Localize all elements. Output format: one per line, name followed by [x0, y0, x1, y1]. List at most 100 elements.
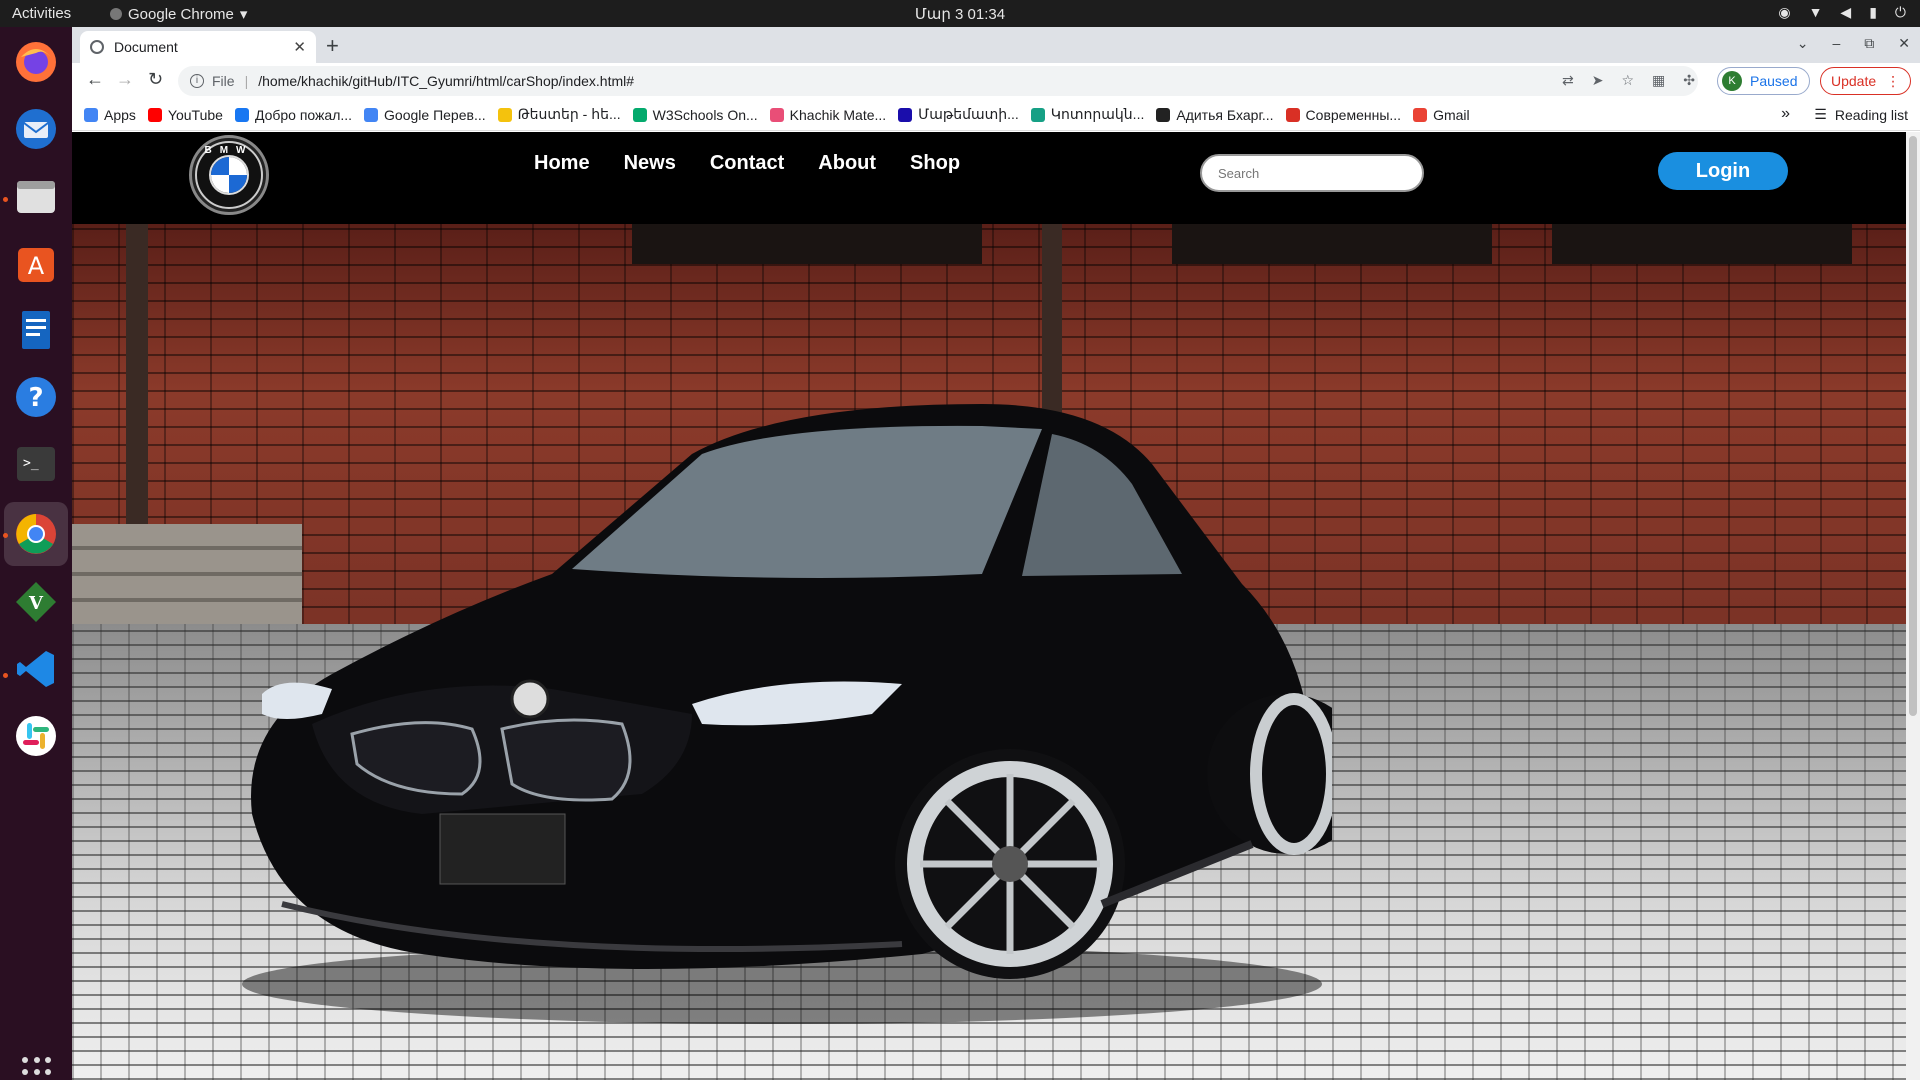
update-button[interactable]: Update ⋮ [1820, 67, 1912, 95]
window-controls: ⌄ – ⧉ ✕ [1797, 35, 1910, 52]
show-apps-icon[interactable] [22, 1057, 52, 1080]
bookmark-item[interactable]: W3Schools On... [632, 106, 758, 123]
close-window-icon[interactable]: ✕ [1898, 35, 1910, 52]
bookmark-item[interactable]: Khachik Mate... [769, 106, 887, 123]
system-top-bar: Activities Google Chrome ▾ Մար 3 01:34 ◉… [0, 0, 1920, 27]
help-launcher[interactable]: ? [11, 372, 61, 422]
help-icon: ? [16, 377, 56, 417]
vscode-icon [17, 651, 54, 687]
writer-launcher[interactable] [11, 305, 61, 355]
page-scrollbar[interactable] [1906, 132, 1920, 1080]
bookmark-label: W3Schools On... [652, 106, 758, 123]
vim-launcher[interactable]: V [11, 577, 61, 627]
address-bar[interactable]: i File | /home/khachik/gitHub/ITC_Gyumri… [178, 66, 1698, 96]
bookmark-item[interactable]: Թեստեր - հե... [497, 106, 621, 123]
new-tab-icon[interactable]: + [326, 33, 339, 59]
tab-document[interactable]: Document ✕ [80, 31, 316, 63]
tab-search-icon[interactable]: ⌄ [1797, 35, 1809, 52]
bookmark-favicon-icon [1030, 107, 1045, 122]
bookmark-item[interactable]: Адитья Бхарг... [1156, 107, 1274, 123]
scrollbar-thumb[interactable] [1909, 136, 1917, 716]
bookmark-item[interactable]: Apps [84, 107, 136, 123]
volume-icon[interactable]: ◀ [1840, 4, 1851, 21]
app-menu-label: Google Chrome [128, 5, 234, 23]
avatar: K [1722, 71, 1742, 91]
login-button[interactable]: Login [1658, 152, 1788, 190]
bookmark-item[interactable]: Կոտորակն... [1030, 106, 1144, 123]
url-separator: | [244, 73, 249, 89]
url-scheme: File [212, 73, 235, 89]
star-icon[interactable]: ☆ [1621, 72, 1634, 89]
terminal-icon: >_ [17, 447, 55, 481]
bmw-logo[interactable]: BMW [189, 135, 269, 215]
bookmark-label: Добро пожал... [254, 106, 353, 123]
svg-text:>_: >_ [23, 456, 39, 471]
clock[interactable]: Մար 3 01:34 [0, 5, 1920, 23]
battery-icon[interactable]: ▮ [1869, 4, 1877, 21]
activities-button[interactable]: Activities [12, 5, 71, 22]
nav-about[interactable]: About [818, 152, 876, 175]
terminal-launcher[interactable]: >_ [11, 439, 61, 489]
bookmark-label: Khachik Mate... [789, 106, 887, 123]
chrome-tray-icon[interactable]: ◉ [1778, 4, 1790, 21]
bmw-logo-letters: BMW [204, 145, 254, 156]
reload-icon[interactable]: ↻ [148, 69, 163, 90]
restore-icon[interactable]: ⧉ [1864, 35, 1874, 52]
translate-icon[interactable]: ⇄ [1562, 72, 1574, 89]
forward-icon[interactable]: → [116, 69, 134, 90]
firefox-launcher[interactable] [11, 37, 61, 87]
puzzle-icon[interactable]: ✣ [1683, 72, 1695, 89]
bookmark-label: Մաթեմատի... [918, 106, 1019, 122]
site-header: BMW Home News Contact About Shop Login [72, 132, 1906, 224]
url-text[interactable]: /home/khachik/gitHub/ITC_Gyumri/html/car… [258, 73, 634, 89]
bmw-roundel [209, 155, 249, 195]
search-input[interactable] [1200, 154, 1424, 192]
software-launcher[interactable]: A [11, 238, 61, 288]
bookmark-item[interactable]: Մաթեմատի... [898, 106, 1019, 123]
tab-title: Document [114, 39, 178, 55]
reading-list-button[interactable]: ☰ Reading list [1814, 106, 1908, 123]
bookmark-item[interactable]: YouTube [147, 107, 223, 123]
chrome-launcher[interactable] [4, 502, 68, 566]
send-icon[interactable]: ➤ [1592, 72, 1604, 89]
files-launcher[interactable] [11, 171, 61, 221]
slack-launcher[interactable] [11, 711, 61, 761]
bookmark-item[interactable]: Добро пожал... [234, 106, 353, 123]
running-indicator [3, 673, 8, 678]
page-viewport: BMW Home News Contact About Shop Login [72, 132, 1920, 1080]
profile-button[interactable]: K Paused [1717, 67, 1811, 95]
bookmark-item[interactable]: Gmail [1413, 107, 1470, 123]
ubuntu-software-icon: A [18, 248, 54, 282]
info-icon[interactable]: i [190, 74, 204, 88]
vscode-launcher[interactable] [11, 644, 61, 694]
svg-text:A: A [28, 252, 45, 280]
nav-contact[interactable]: Contact [710, 152, 784, 175]
minimize-icon[interactable]: – [1832, 35, 1840, 52]
tab-strip: Document ✕ + ⌄ – ⧉ ✕ [72, 27, 1920, 63]
bookmark-item[interactable]: Google Перев... [364, 107, 486, 123]
extension-sheet-icon[interactable]: ▦ [1652, 72, 1665, 89]
bookmark-favicon-icon [1285, 107, 1300, 122]
bookmark-label: Современны... [1305, 106, 1402, 123]
bookmark-label: Apps [104, 106, 136, 123]
back-icon[interactable]: ← [86, 69, 104, 90]
nav-news[interactable]: News [624, 152, 676, 175]
app-menu[interactable]: Google Chrome ▾ [110, 5, 247, 23]
bookmark-label: Gmail [1433, 106, 1470, 123]
update-label: Update [1831, 73, 1877, 89]
thunderbird-launcher[interactable] [11, 104, 61, 154]
chrome-app-icon [110, 8, 122, 20]
bookmark-favicon-icon [632, 107, 647, 122]
system-tray[interactable]: ◉ ▼ ◀ ▮ ⏻ [1778, 4, 1906, 21]
bookmarks-overflow-icon[interactable]: » [1781, 105, 1790, 123]
wifi-icon[interactable]: ▼ [1809, 4, 1823, 21]
close-icon[interactable]: ✕ [293, 38, 306, 56]
vim-icon: V [16, 582, 56, 622]
nav-shop[interactable]: Shop [910, 152, 960, 175]
omnibox-actions: ⇄ ➤ ☆ ▦ ✣ [1562, 72, 1695, 89]
chrome-icon [16, 514, 56, 554]
bookmark-favicon-icon [497, 107, 512, 122]
bookmark-item[interactable]: Современны... [1285, 106, 1402, 123]
nav-home[interactable]: Home [534, 152, 590, 175]
power-icon[interactable]: ⏻ [1895, 4, 1906, 21]
